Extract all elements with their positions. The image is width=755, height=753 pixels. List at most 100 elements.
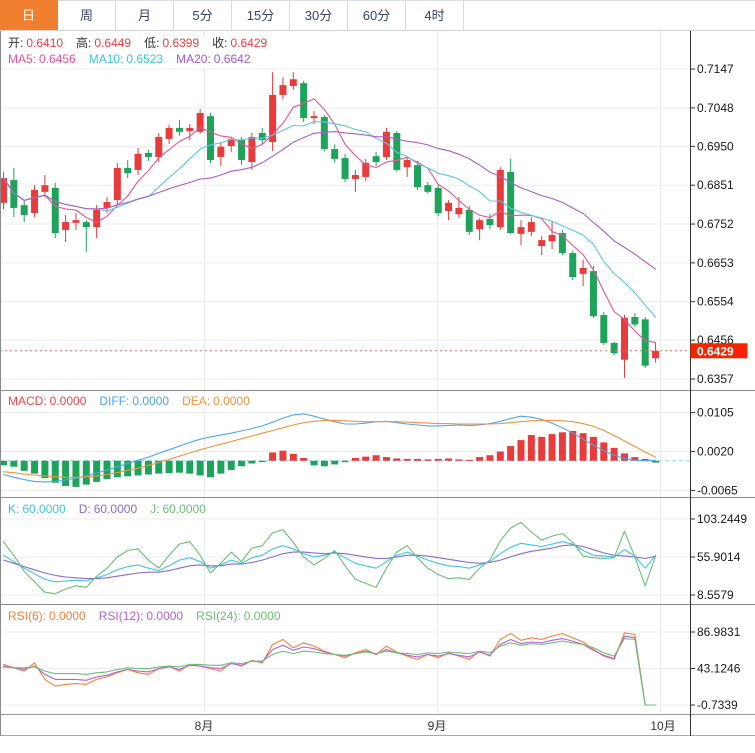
timeframe-tabs: 日周月5分15分30分60分4时 [0, 0, 755, 31]
macd-label: MACD: [8, 394, 47, 409]
tab-4hour[interactable]: 4时 [406, 0, 464, 30]
tab-5min[interactable]: 5分 [174, 0, 232, 30]
macd-histogram-bar [352, 458, 359, 461]
candle-up [445, 203, 452, 211]
candle-down [373, 156, 380, 162]
candle-down [414, 165, 421, 187]
macd-histogram-bar [197, 461, 204, 476]
kdj-item: K:60.0000 [8, 502, 66, 517]
macd-legend: MACD:0.0000DIFF:0.0000DEA:0.0000 [4, 394, 254, 409]
candle-down [486, 219, 493, 225]
kdj-label: J: [150, 502, 159, 517]
tab-15min[interactable]: 15分 [232, 0, 290, 30]
chart-canvas[interactable]: 0.71470.70480.69500.68510.67520.66530.65… [0, 31, 755, 736]
macd-histogram-bar [93, 461, 100, 482]
macd-histogram-bar [217, 461, 224, 474]
ma-label: MA20: [176, 52, 211, 67]
ma-value: 0.6642 [214, 52, 251, 67]
candle-up [135, 154, 142, 170]
candle-up [248, 137, 255, 162]
k-line [4, 542, 656, 582]
ma-value: 0.6523 [126, 52, 163, 67]
tabbar-filler [464, 0, 755, 30]
candle-down [590, 271, 597, 316]
tab-day[interactable]: 日 [0, 0, 58, 30]
macd-histogram-bar [269, 452, 276, 460]
candle-down [600, 315, 607, 343]
macd-histogram-bar [21, 461, 28, 471]
macd-histogram-bar [476, 457, 483, 461]
candle-down [611, 343, 618, 353]
candle-up [455, 208, 462, 214]
ma-item: MA10:0.6523 [89, 52, 163, 67]
macd-value: 0.0000 [50, 394, 87, 409]
dea-line [4, 420, 656, 477]
ma20-line [4, 132, 656, 270]
kdj-value: 60.0000 [162, 502, 205, 517]
macd-histogram-bar [528, 435, 535, 461]
candle-up [352, 175, 359, 179]
macd-histogram-bar [549, 434, 556, 461]
macd-histogram-bar [259, 461, 266, 462]
candle-up [476, 220, 483, 229]
macd-histogram-bar [445, 458, 452, 460]
tab-month[interactable]: 月 [116, 0, 174, 30]
tab-30min[interactable]: 30分 [290, 0, 348, 30]
d-line [4, 545, 656, 579]
macd-histogram-bar [290, 454, 297, 461]
candle-up [528, 222, 535, 232]
ohlc-label: 开: [8, 36, 23, 51]
ohlc-label: 低: [144, 36, 159, 51]
ohlc-value: 0.6410 [26, 36, 63, 51]
macd-histogram-bar [393, 458, 400, 460]
macd-histogram-bar [248, 461, 255, 464]
rsi-item: RSI(24):0.0000 [196, 609, 280, 624]
kdj-item: J:60.0000 [150, 502, 206, 517]
kdj-legend: K:60.0000D:60.0000J:60.0000 [4, 502, 210, 517]
candle-down [569, 253, 576, 277]
macd-value: 0.0000 [132, 394, 169, 409]
candle-down [52, 188, 59, 233]
candle-up [166, 128, 173, 139]
macd-histogram-bar [497, 452, 504, 461]
candle-down [631, 317, 638, 324]
macd-histogram-bar [166, 461, 173, 473]
macd-item: DEA:0.0000 [182, 394, 250, 409]
y-axis-label: 0.6851 [697, 178, 734, 192]
y-axis-label: 0.7147 [697, 62, 734, 76]
candle-up [311, 116, 318, 118]
candle-down [176, 128, 183, 132]
macd-label: DEA: [182, 394, 210, 409]
candle-down [238, 140, 245, 160]
y-axis-label: 86.9831 [697, 625, 741, 639]
tab-week[interactable]: 周 [58, 0, 116, 30]
candle-up [580, 268, 587, 274]
candle-down [435, 188, 442, 213]
rsi-value: 0.0000 [146, 609, 183, 624]
candle-up [538, 240, 545, 246]
x-axis-month-label: 9月 [428, 719, 447, 733]
macd-histogram-bar [383, 457, 390, 461]
rsi-item: RSI(12):0.0000 [99, 609, 183, 624]
macd-histogram-bar [52, 461, 59, 483]
candle-up [62, 222, 69, 230]
macd-histogram-bar [10, 461, 17, 467]
rsi24-line [4, 639, 656, 705]
macd-histogram-bar [62, 461, 69, 486]
ohlc-item: 收:0.6429 [212, 36, 267, 51]
y-axis-label: 0.6653 [697, 256, 734, 270]
candle-up [290, 79, 297, 86]
ohlc-label: 高: [76, 36, 91, 51]
tab-60min[interactable]: 60分 [348, 0, 406, 30]
ma-item: MA20:0.6642 [176, 52, 250, 67]
candle-down [145, 153, 152, 157]
macd-histogram-bar [238, 461, 245, 467]
ohlc-legend: 开:0.6410高:0.6449低:0.6399收:0.6429 [4, 36, 271, 51]
candle-down [300, 83, 307, 118]
macd-histogram-bar [31, 461, 38, 474]
macd-histogram-bar [362, 457, 369, 461]
macd-histogram-bar [331, 461, 338, 465]
candle-up [186, 128, 193, 131]
candle-down [10, 180, 17, 208]
ma-value: 0.6456 [39, 52, 76, 67]
